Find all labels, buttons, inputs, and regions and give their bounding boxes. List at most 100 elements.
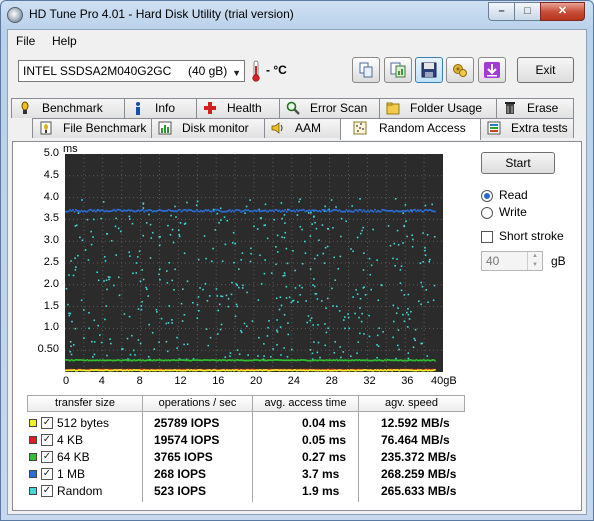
random-point [166,270,168,272]
random-point [260,217,263,219]
health-icon [204,102,216,114]
random-point [407,313,410,316]
read-radio-label[interactable]: Read [499,188,528,202]
copy-screen-button[interactable] [384,57,412,83]
random-point [102,201,105,203]
tab-extra-tests[interactable]: Extra tests [480,118,574,138]
tab-disk-monitor[interactable]: Disk monitor [151,118,265,138]
random-point [103,255,106,258]
spin-up-icon[interactable]: ▲ [527,252,542,261]
random-point [132,349,135,352]
tab-info[interactable]: Info [124,98,197,118]
header-transfer-size[interactable]: transfer size [27,395,143,412]
random-point [129,255,131,257]
random-point [273,218,276,221]
minimize-button[interactable]: – [488,2,515,21]
random-point [377,345,380,348]
random-point [278,308,281,311]
random-point [364,293,367,296]
random-point [186,343,189,346]
tab-random-access[interactable]: Random Access [340,118,481,140]
maximize-button[interactable]: □ [514,2,541,21]
random-point [214,229,217,231]
short-stroke-checkbox[interactable] [481,231,493,243]
options-button[interactable] [446,57,474,83]
header-operations[interactable]: operations / sec [142,395,253,412]
random-point [216,212,219,215]
random-point [307,212,310,214]
random-point [165,322,168,325]
random-point [99,334,101,336]
series-checkbox[interactable]: ✓ [41,468,53,480]
table-row: ✓ Random 523 IOPS 1.9 ms 265.633 MB/s [27,483,465,500]
short-stroke-label[interactable]: Short stroke [499,229,564,243]
random-point [330,199,333,201]
random-point [249,199,251,201]
random-point [279,296,282,299]
random-point [178,233,181,236]
random-point [71,320,73,323]
tab-extra-tests-label: Extra tests [511,121,568,135]
header-speed[interactable]: agv. speed [358,395,465,412]
random-point [234,242,236,245]
series-checkbox[interactable]: ✓ [41,434,53,446]
row-ops: 523 IOPS [154,484,207,498]
spin-down-icon[interactable]: ▼ [527,261,542,270]
menu-file[interactable]: File [16,34,35,48]
series-checkbox[interactable]: ✓ [41,485,53,497]
tab-folder-usage[interactable]: Folder Usage [379,98,497,118]
random-point [97,279,100,282]
random-point [229,352,232,354]
random-point [305,300,307,302]
tab-benchmark[interactable]: Benchmark [11,98,125,118]
random-point [408,318,411,320]
random-point [247,354,249,356]
tab-error-scan-label: Error Scan [310,101,368,115]
random-point [231,281,233,284]
series-checkbox[interactable]: ✓ [41,417,53,429]
download-icon [484,62,500,78]
random-point [75,266,77,268]
close-button[interactable]: ✕ [540,2,585,21]
random-point [69,350,72,353]
random-point [251,320,254,322]
random-point [421,285,424,288]
header-access-time[interactable]: avg. access time [252,395,359,412]
y-tick-label: 2.0 [43,277,59,290]
tab-file-benchmark[interactable]: File Benchmark [32,118,152,138]
series-checkbox[interactable]: ✓ [41,451,53,463]
random-point [340,235,342,238]
save-button[interactable] [415,57,443,83]
copy-button[interactable] [352,57,380,83]
title-bar[interactable]: HD Tune Pro 4.01 - Hard Disk Utility (tr… [1,1,593,29]
random-point [241,287,244,289]
write-radio-label[interactable]: Write [499,205,527,219]
write-radio[interactable] [481,207,493,219]
random-point [264,224,266,226]
tab-erase[interactable]: Erase [496,98,574,118]
menu-help[interactable]: Help [52,34,77,48]
random-point [210,260,213,263]
random-point [286,356,289,358]
random-point [314,292,317,295]
tab-health[interactable]: Health [196,98,280,118]
short-stroke-size-input[interactable]: 40 ▲ ▼ [481,251,543,271]
random-point [405,220,407,222]
drive-select[interactable]: INTEL SSDSA2M040G2GC (40 gB) ▼ [18,60,245,82]
random-point [227,298,230,300]
tab-aam[interactable]: AAM [264,118,341,138]
random-point [407,308,409,310]
random-point [431,203,433,206]
tab-erase-label: Erase [527,101,559,115]
download-button[interactable] [478,57,506,83]
random-point [250,252,252,255]
random-point [424,204,427,207]
tab-error-scan[interactable]: Error Scan [279,98,380,118]
start-button[interactable]: Start [481,152,555,174]
random-point [110,239,113,242]
random-point [309,235,312,237]
read-radio[interactable] [481,190,493,202]
exit-button[interactable]: Exit [517,57,574,83]
random-point [74,257,76,260]
random-point [207,344,210,347]
